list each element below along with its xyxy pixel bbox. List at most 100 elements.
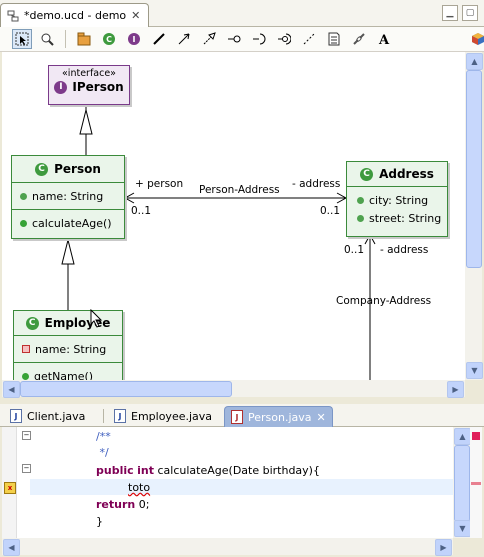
window-controls: ▁ ▢ — [442, 5, 478, 21]
code-text: calculateAge(Date birthday){ — [154, 464, 320, 477]
interface-tool-button[interactable]: I — [124, 29, 144, 49]
code-line-6: } — [96, 515, 103, 528]
diagram-horizontal-scrollbar[interactable]: ◀ ▶ — [2, 380, 465, 398]
class-icon: C — [35, 162, 49, 176]
socket-icon — [253, 33, 266, 45]
error-annotation-marker[interactable] — [471, 482, 481, 485]
association-tool-button[interactable] — [149, 29, 169, 49]
association-name-person-address[interactable]: Person-Address — [199, 184, 280, 196]
scroll-left-arrow-icon[interactable]: ◀ — [3, 381, 20, 398]
code-line-1: /** — [96, 430, 111, 443]
minimize-button[interactable]: ▁ — [442, 5, 458, 21]
diagram-toolbar: C I A — [0, 27, 484, 52]
code-line-2: */ — [96, 446, 109, 459]
note-tool-button[interactable] — [324, 29, 344, 49]
class-icon: C — [360, 167, 374, 181]
class-name: Address — [379, 167, 434, 181]
class-employee[interactable]: C Employee name: String getName() — [13, 310, 123, 380]
private-field-icon — [22, 345, 30, 353]
generalization-tool-button[interactable] — [199, 29, 219, 49]
editor-horizontal-scrollbar[interactable]: ◀ ▶ — [2, 538, 453, 556]
scroll-down-arrow-icon[interactable]: ▼ — [466, 362, 483, 379]
scroll-right-arrow-icon[interactable]: ▶ — [435, 539, 452, 556]
editor-tab-bar: *demo.ucd - demo ✕ ▁ ▢ — [0, 0, 484, 27]
palette-menu-button[interactable] — [468, 29, 484, 49]
generalization-arrowhead — [79, 109, 93, 135]
fold-toggle-icon[interactable]: − — [22, 464, 31, 473]
code-line-4: toto — [128, 480, 150, 496]
note-link-tool-button[interactable] — [349, 29, 369, 49]
text-tool-button[interactable]: A — [374, 29, 394, 49]
field-row[interactable]: street: String — [357, 209, 447, 227]
field-row[interactable]: name: String — [22, 340, 122, 358]
tab-label: Client.java — [27, 409, 86, 423]
editor-vertical-scrollbar[interactable]: ▲ ▼ — [453, 427, 471, 538]
generalization-icon — [203, 32, 216, 45]
vertical-scroll-thumb[interactable] — [454, 445, 470, 522]
note-icon — [328, 32, 340, 46]
error-text[interactable]: toto — [128, 481, 150, 494]
directed-association-tool-button[interactable] — [174, 29, 194, 49]
scroll-right-arrow-icon[interactable]: ▶ — [447, 381, 464, 398]
field-label: name: String — [35, 342, 107, 356]
fold-toggle-icon[interactable]: − — [22, 431, 31, 440]
scroll-down-arrow-icon[interactable]: ▼ — [454, 520, 471, 537]
tab-separator — [103, 409, 104, 423]
method-row[interactable]: getName() — [22, 367, 122, 380]
tab-title: *demo.ucd - demo — [24, 9, 127, 22]
multiplicity-right: 0..1 — [320, 205, 341, 217]
field-row[interactable]: name: String — [20, 187, 124, 205]
svg-text:C: C — [106, 35, 112, 44]
field-row[interactable]: city: String — [357, 191, 447, 209]
diagram-vertical-scrollbar[interactable]: ▲ ▼ — [465, 52, 483, 380]
scroll-up-arrow-icon[interactable]: ▲ — [454, 428, 471, 445]
tab-client-java[interactable]: J Client.java — [4, 406, 91, 426]
tab-label: Employee.java — [131, 409, 213, 423]
scroll-left-arrow-icon[interactable]: ◀ — [3, 539, 20, 556]
close-icon[interactable]: ✕ — [317, 412, 326, 423]
lollipop-icon — [228, 35, 241, 43]
overview-ruler[interactable] — [470, 427, 482, 538]
protected-field-icon — [357, 196, 364, 204]
keyword: return — [96, 498, 136, 511]
select-tool-button[interactable] — [12, 29, 32, 49]
link-icon — [353, 33, 365, 45]
tab-demo-ucd[interactable]: *demo.ucd - demo ✕ — [0, 3, 150, 27]
zoom-tool-button[interactable] — [37, 29, 57, 49]
interface-stereotype: «interface» — [62, 68, 116, 79]
horizontal-scroll-thumb[interactable] — [20, 381, 232, 397]
public-method-icon — [20, 219, 27, 227]
maximize-button[interactable]: ▢ — [462, 5, 478, 21]
error-marker-icon[interactable]: x — [4, 482, 16, 494]
association-name-company-address[interactable]: Company-Address — [336, 295, 431, 307]
class-address[interactable]: C Address city: String street: String — [346, 161, 448, 237]
diagram-file-icon — [7, 10, 19, 21]
required-interface-tool-button[interactable] — [249, 29, 269, 49]
realization-tool-button[interactable] — [224, 29, 244, 49]
class-icon: C — [103, 33, 115, 45]
dependency-icon — [303, 33, 315, 45]
multiplicity-company-address: 0..1 — [344, 244, 365, 256]
tab-person-java[interactable]: J Person.java ✕ — [224, 406, 333, 427]
package-tool-button[interactable] — [74, 29, 94, 49]
public-method-icon — [22, 372, 29, 380]
close-icon[interactable]: ✕ — [131, 10, 140, 21]
interface-icon: I — [128, 33, 140, 45]
method-label: getName() — [34, 369, 94, 381]
class-tool-button[interactable]: C — [99, 29, 119, 49]
tab-employee-java[interactable]: J Employee.java — [108, 406, 218, 426]
diagram-canvas[interactable]: «interface» I IPerson C Person name: Str… — [2, 52, 465, 380]
error-summary-icon[interactable] — [472, 432, 480, 440]
vertical-scroll-thumb[interactable] — [466, 70, 482, 268]
scroll-up-arrow-icon[interactable]: ▲ — [466, 53, 483, 70]
dependency-tool-button[interactable] — [299, 29, 319, 49]
class-person[interactable]: C Person name: String calculateAge() — [11, 155, 125, 239]
ball-socket-tool-button[interactable] — [274, 29, 294, 49]
method-row[interactable]: calculateAge() — [20, 214, 124, 232]
current-line-highlight — [30, 479, 453, 495]
arrow-icon — [178, 33, 190, 45]
interface-iperson[interactable]: «interface» I IPerson — [48, 65, 130, 105]
role-label-company-address: - address — [380, 244, 429, 256]
field-label: city: String — [369, 193, 429, 207]
interface-name: IPerson — [72, 80, 124, 94]
